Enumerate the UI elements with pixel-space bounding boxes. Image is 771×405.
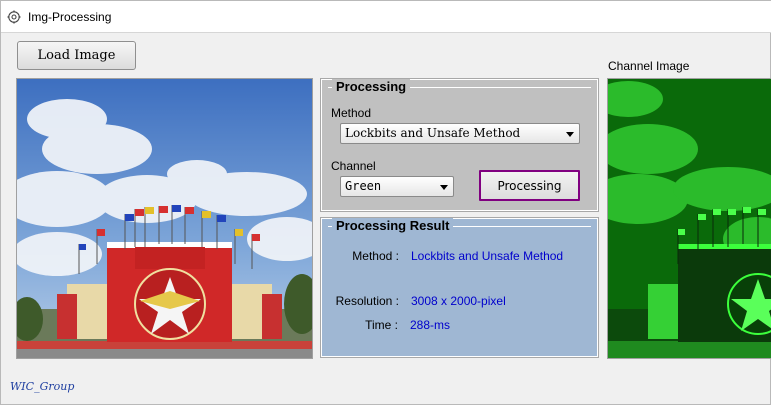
- channel-label: Channel: [331, 159, 376, 173]
- processing-group-title: Processing: [332, 79, 411, 94]
- title-bar: Img-Processing: [1, 1, 771, 33]
- channel-image-caption: Channel Image: [608, 59, 690, 73]
- result-resolution-key: Resolution :: [335, 294, 399, 308]
- result-method-key: Method :: [352, 249, 399, 263]
- result-time-value: 288-ms: [410, 318, 451, 332]
- method-label: Method: [331, 106, 372, 120]
- method-select[interactable]: Lockbits and Unsafe Method: [340, 123, 580, 144]
- result-method-value: Lockbits and Unsafe Method: [411, 249, 564, 263]
- main-window: Img-Processing Load Image Channel Image …: [0, 0, 771, 405]
- method-select-value: Lockbits and Unsafe Method: [345, 126, 521, 140]
- processing-result-group: Processing Result: [320, 217, 599, 358]
- footer-credit: WIC_Group: [10, 380, 75, 393]
- gear-icon: [7, 10, 21, 24]
- processing-button[interactable]: Processing: [479, 170, 580, 201]
- channel-select-value: Green: [345, 179, 382, 193]
- load-image-button[interactable]: Load Image: [17, 41, 136, 70]
- result-resolution-value: 3008 x 2000-pixel: [411, 294, 506, 308]
- channel-image: [607, 78, 771, 359]
- chevron-down-icon: [440, 185, 448, 190]
- source-image: [16, 78, 313, 359]
- window-title: Img-Processing: [28, 10, 112, 24]
- processing-result-title: Processing Result: [332, 218, 454, 233]
- result-time-key: Time :: [365, 318, 398, 332]
- chevron-down-icon: [566, 132, 574, 137]
- channel-select[interactable]: Green: [340, 176, 454, 197]
